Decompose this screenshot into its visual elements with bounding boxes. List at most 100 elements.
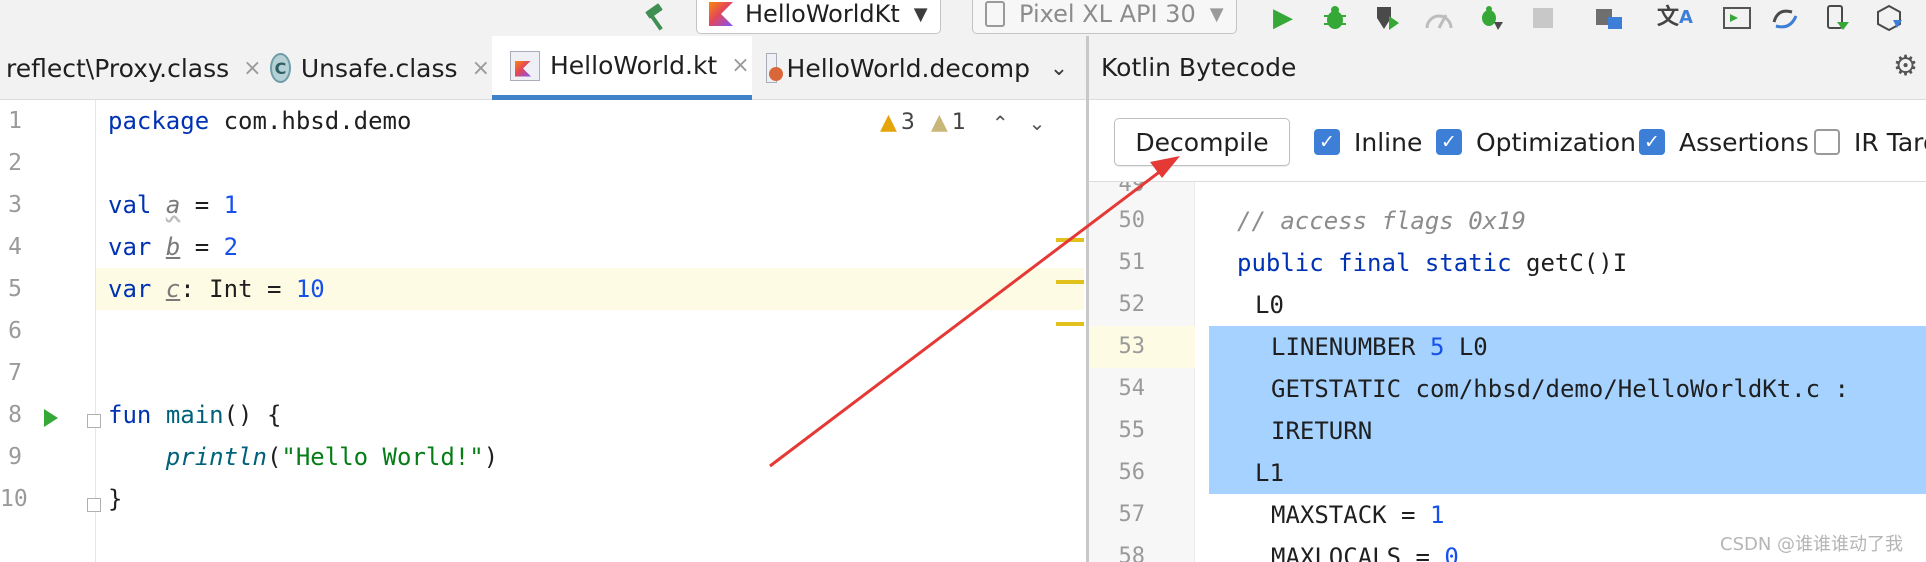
- sdk-manager-icon[interactable]: [1872, 3, 1906, 33]
- device-selector-dropdown[interactable]: Pixel XL API 30 ▼: [972, 0, 1237, 34]
- line-number: 3: [8, 192, 22, 218]
- device-icon: [985, 1, 1005, 27]
- code-line: package com.hbsd.demo: [108, 107, 412, 135]
- option-label: IR Targ: [1854, 127, 1926, 157]
- line-number: 6: [8, 318, 22, 344]
- tab-label: HelloWorld.decomp: [786, 53, 1030, 83]
- line-number: 50: [1118, 208, 1146, 233]
- line-number: 2: [8, 150, 22, 176]
- decompile-button[interactable]: Decompile: [1114, 118, 1290, 166]
- code-line: var b = 2: [108, 233, 239, 261]
- weak-warning-icon: ▲: [930, 110, 948, 135]
- line-number: 53: [1118, 334, 1146, 359]
- debug-icon[interactable]: [1318, 3, 1352, 33]
- chevron-down-icon: ▼: [1209, 3, 1224, 25]
- warning-stripe[interactable]: [1056, 322, 1084, 326]
- checkbox-checked-icon: ✓: [1436, 129, 1462, 155]
- line-number: 7: [8, 360, 22, 386]
- layout-inspector-icon[interactable]: [1720, 3, 1754, 33]
- tab-label: Unsafe.class: [300, 53, 458, 83]
- option-label: Optimization: [1476, 127, 1636, 157]
- assertions-checkbox[interactable]: ✓ Assertions: [1639, 122, 1809, 162]
- bytecode-line: IRETURN: [1271, 417, 1373, 445]
- code-line: }: [108, 485, 123, 513]
- fold-marker-icon[interactable]: [87, 498, 101, 512]
- warning-count: 3: [900, 110, 915, 135]
- line-number: 56: [1118, 460, 1146, 485]
- line-number: 51: [1118, 250, 1146, 275]
- sync-icon[interactable]: [1768, 3, 1802, 33]
- close-icon[interactable]: ×: [243, 56, 261, 81]
- warning-stripe[interactable]: [1056, 280, 1084, 284]
- java-file-icon: [766, 53, 783, 83]
- next-highlight-icon[interactable]: ⌄: [1029, 111, 1046, 135]
- fold-marker-icon[interactable]: [87, 414, 101, 428]
- tab-unsafe-class[interactable]: C Unsafe.class ×: [262, 36, 490, 100]
- line-number: 52: [1118, 292, 1146, 317]
- warning-icon: ▲: [880, 110, 897, 135]
- line-number: 55: [1118, 418, 1146, 443]
- bytecode-options-bar: Decompile ✓ Inline ✓ Optimization ✓ Asse…: [1089, 100, 1926, 182]
- attach-debugger-icon[interactable]: [1474, 3, 1508, 33]
- translate-icon[interactable]: 文A: [1657, 3, 1693, 33]
- gear-icon[interactable]: ⚙: [1893, 49, 1918, 82]
- bytecode-line: L1: [1255, 459, 1284, 487]
- bytecode-line: public final static getC()I: [1237, 249, 1628, 277]
- checkbox-checked-icon: ✓: [1639, 129, 1665, 155]
- profile-icon[interactable]: [1422, 3, 1456, 33]
- tab-label: HelloWorld.kt: [550, 51, 718, 80]
- bytecode-line: // access flags 0x19: [1237, 207, 1526, 235]
- run-main-gutter-icon[interactable]: [44, 409, 58, 427]
- previous-highlight-icon[interactable]: ⌃: [992, 111, 1009, 135]
- coverage-icon[interactable]: [1370, 3, 1404, 33]
- kotlin-file-icon: [510, 50, 540, 81]
- warning-stripe[interactable]: [1056, 238, 1084, 242]
- tab-helloworld-decompiled[interactable]: HelloWorld.decomp: [754, 36, 1030, 100]
- inline-checkbox[interactable]: ✓ Inline: [1314, 122, 1422, 162]
- checkbox-checked-icon: ✓: [1314, 129, 1340, 155]
- close-icon[interactable]: ×: [472, 56, 490, 81]
- line-number: 9: [8, 444, 22, 470]
- chevron-down-icon: ▼: [913, 3, 928, 25]
- line-number: 58: [1118, 544, 1146, 562]
- run-configuration-label: HelloWorldKt: [745, 0, 900, 28]
- project-structure-icon[interactable]: [1592, 3, 1626, 33]
- editor-gutter: 1 2 3 4 5 6 7 8 9 10: [0, 100, 96, 562]
- code-editor[interactable]: 1 2 3 4 5 6 7 8 9 10 package com.hbsd.de…: [0, 100, 1086, 562]
- kotlin-bytecode-panel: Kotlin Bytecode ⚙ Decompile ✓ Inline ✓ O…: [1086, 36, 1926, 562]
- line-number: 8: [8, 402, 22, 428]
- hammer-icon[interactable]: [640, 3, 674, 33]
- bytecode-viewer[interactable]: 49 50 51 52 53 54 55 56 57 58 // access …: [1089, 182, 1926, 562]
- inspection-widget[interactable]: ▲ 3 ▲ 1 ⌃ ⌄: [880, 110, 1045, 135]
- bytecode-panel-title: Kotlin Bytecode: [1101, 53, 1297, 82]
- editor-tab-bar: reflect\Proxy.class × C Unsafe.class × H…: [0, 36, 1086, 100]
- weak-warning-count: 1: [951, 110, 966, 135]
- tab-label: reflect\Proxy.class: [6, 53, 230, 83]
- watermark: CSDN @谁谁谁动了我: [1720, 534, 1904, 555]
- run-configuration-dropdown[interactable]: HelloWorldKt ▼: [696, 0, 941, 34]
- code-line: fun main() {: [108, 401, 282, 429]
- checkbox-unchecked-icon: [1814, 129, 1840, 155]
- line-number: 54: [1118, 376, 1146, 401]
- tab-list-chevron-icon[interactable]: ⌄: [1042, 46, 1076, 90]
- ir-target-checkbox[interactable]: IR Targ: [1814, 122, 1926, 162]
- stop-icon[interactable]: [1526, 3, 1560, 33]
- tab-helloworld-kt[interactable]: HelloWorld.kt ×: [492, 36, 752, 100]
- optimization-checkbox[interactable]: ✓ Optimization: [1436, 122, 1636, 162]
- device-manager-icon[interactable]: [1820, 3, 1854, 33]
- tab-proxy-class[interactable]: reflect\Proxy.class ×: [0, 36, 262, 100]
- line-number: 10: [0, 486, 28, 512]
- close-icon[interactable]: ×: [731, 53, 749, 78]
- line-number: 1: [8, 108, 22, 134]
- line-number: 5: [8, 276, 22, 302]
- run-icon[interactable]: ▶: [1266, 3, 1300, 33]
- option-label: Assertions: [1679, 127, 1809, 157]
- kotlin-icon: [709, 2, 733, 26]
- code-line: println("Hello World!"): [165, 443, 499, 471]
- bytecode-panel-header: Kotlin Bytecode ⚙: [1089, 36, 1926, 100]
- main-toolbar: HelloWorldKt ▼ Pixel XL API 30 ▼ ▶ 文A: [0, 0, 1926, 36]
- line-number: 4: [8, 234, 22, 260]
- bytecode-line: LINENUMBER 5 L0: [1271, 333, 1488, 361]
- option-label: Inline: [1354, 127, 1423, 157]
- device-label: Pixel XL API 30: [1019, 0, 1196, 28]
